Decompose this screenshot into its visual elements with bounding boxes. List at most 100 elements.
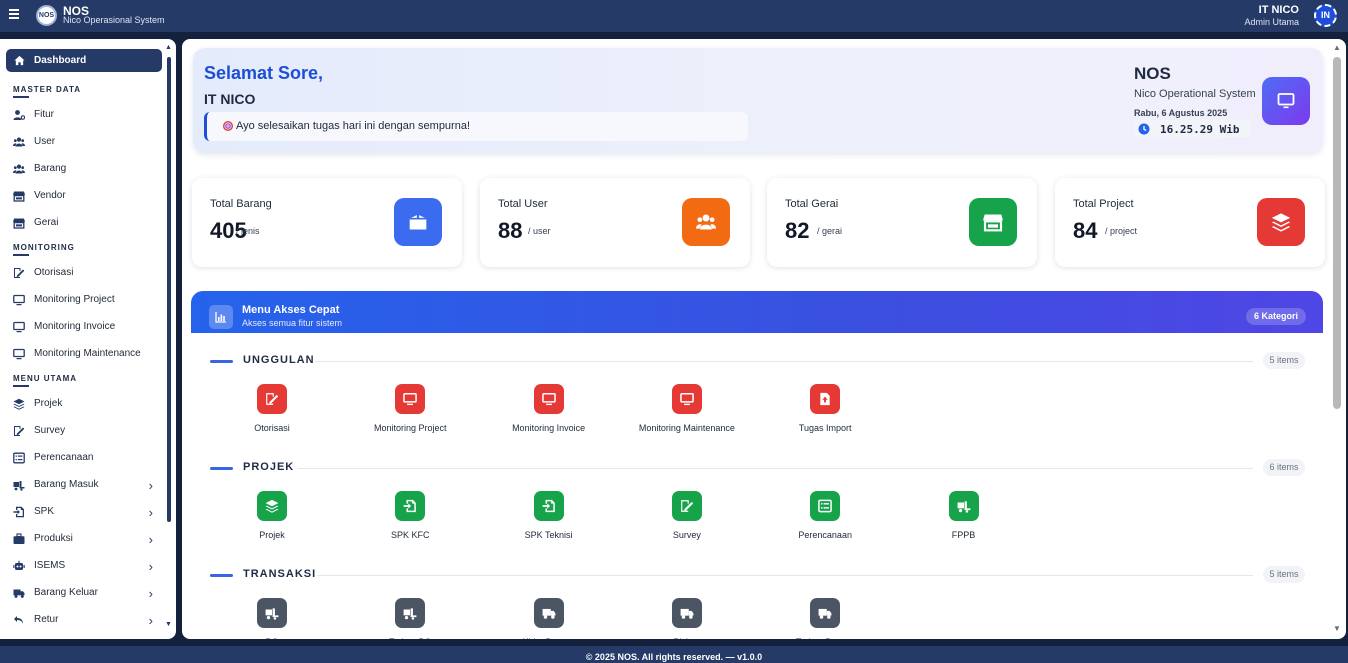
sidebar-scroll-up-icon[interactable]: ▲ [165, 44, 172, 51]
quick-tile-label: Monitoring Maintenance [638, 423, 735, 433]
sidebar-item-retur[interactable]: Retur › [13, 612, 163, 628]
user-role: Admin Utama [1244, 17, 1299, 27]
category-title: TRANSAKSI [243, 568, 317, 580]
users-icon [696, 214, 716, 230]
quick-tile-spk-kfc[interactable]: SPK KFC [341, 491, 479, 543]
quick-tile-pickup[interactable]: Pickup [618, 598, 756, 639]
monitor-icon [403, 392, 418, 406]
user-name[interactable]: IT NICO [1259, 4, 1299, 16]
file-import-icon [542, 499, 555, 513]
sidebar-item-label: Retur [34, 614, 59, 625]
sidebar-item-label: SPK [34, 506, 55, 517]
sidebar-item-survey[interactable]: Survey [13, 423, 163, 439]
stat-card-total-project[interactable]: Total Project 84 / project [1055, 178, 1325, 267]
sidebar-item-label: Survey [34, 425, 66, 436]
monitor-icon [13, 294, 25, 306]
stat-value: 82 [785, 218, 810, 243]
sidebar-item-barang-keluar[interactable]: Barang Keluar › [13, 585, 163, 601]
avatar[interactable]: IN [1314, 4, 1337, 27]
stat-unit: / project [1105, 226, 1138, 236]
quick-tile-label: Kirim Barang [480, 637, 618, 639]
quick-tile-monitoring-project[interactable]: Monitoring Project [341, 384, 479, 436]
scroll-up-icon[interactable]: ▲ [1333, 43, 1341, 52]
chevron-right-icon: › [148, 532, 153, 547]
sidebar-item-label: User [34, 136, 56, 147]
category-divider [317, 575, 1253, 576]
sidebar-item-barang-masuk[interactable]: Barang Masuk › [13, 477, 163, 493]
sidebar-item-produksi[interactable]: Produksi › [13, 531, 163, 547]
clock-icon [1138, 123, 1150, 135]
quick-tile-terima-po[interactable]: Terima PO [341, 598, 479, 639]
sidebar-item-vendor[interactable]: Vendor [13, 188, 163, 204]
sidebar-item-gerai[interactable]: Gerai [13, 215, 163, 231]
chevron-right-icon: › [148, 613, 153, 628]
quick-tile-label: Projek [259, 530, 285, 540]
category-divider [315, 361, 1253, 362]
sidebar-item-isems[interactable]: ISEMS › [13, 558, 163, 574]
sidebar-item-perencanaan[interactable]: Perencanaan [13, 450, 163, 466]
sidebar-item-label: Produksi [34, 533, 73, 544]
main-scrollbar[interactable] [1333, 57, 1341, 409]
clock: 16.25.29 Wib [1134, 120, 1251, 137]
chevron-right-icon: › [148, 559, 153, 574]
sidebar-item-otorisasi[interactable]: Otorisasi [13, 265, 163, 281]
sidebar-item-monitoring-maintenance[interactable]: Monitoring Maintenance [13, 346, 163, 362]
quick-tile-spk-teknisi[interactable]: SPK Teknisi [480, 491, 618, 543]
truck-icon [680, 608, 694, 619]
current-date: Rabu, 6 Agustus 2025 [1134, 108, 1228, 118]
quick-tile-tugas-import[interactable]: Tugas Import [756, 384, 894, 436]
quick-tile-monitoring-maintenance[interactable]: Monitoring Maintenance [618, 384, 756, 436]
users-icon [13, 137, 25, 147]
target-icon [223, 121, 233, 131]
sidebar-scroll-down-icon[interactable]: ▼ [165, 621, 172, 628]
quick-tile-monitoring-invoice[interactable]: Monitoring Invoice [480, 384, 618, 436]
sidebar-item-dashboard[interactable]: Dashboard [6, 49, 162, 72]
category-accent-bar [210, 467, 233, 470]
signature-icon [266, 393, 279, 405]
layers-icon [265, 499, 279, 513]
quick-tile-kirim-barang[interactable]: Kirim Barang [480, 598, 618, 639]
sidebar-item-user[interactable]: User [13, 134, 163, 150]
sidebar-item-projek[interactable]: Projek [13, 396, 163, 412]
sidebar-item-spk[interactable]: SPK › [13, 504, 163, 520]
sidebar-scrollbar[interactable] [167, 57, 171, 522]
category-count-badge: 6 Kategori [1246, 308, 1306, 325]
category-accent-bar [210, 574, 233, 577]
quick-tile-label: Perencanaan [798, 530, 852, 540]
quick-tile-label: Tugas Import [798, 423, 852, 433]
quick-tile-otorisasi[interactable]: Otorisasi [203, 384, 341, 436]
undo-icon [14, 616, 23, 624]
sidebar-item-monitoring-invoice[interactable]: Monitoring Invoice [13, 319, 163, 335]
quick-tile-label: Monitoring Project [374, 423, 447, 433]
quick-tile-survey[interactable]: Survey [618, 491, 756, 543]
quick-tile-fppb[interactable]: FPPB [895, 491, 1033, 543]
quick-tile-perencanaan[interactable]: Perencanaan [756, 491, 894, 543]
quick-tile-projek[interactable]: Projek [203, 491, 341, 543]
sidebar-item-barang[interactable]: Barang [13, 161, 163, 177]
stat-card-total-barang[interactable]: Total Barang 405 / jenis [192, 178, 462, 267]
stat-label: Total User [498, 198, 548, 210]
sidebar-item-label: Barang Masuk [34, 479, 99, 490]
stat-label: Total Gerai [785, 198, 839, 210]
footer: © 2025 NOS. All rights reserved. — v1.0.… [0, 646, 1348, 663]
box-icon [409, 214, 427, 230]
store-icon [13, 191, 25, 202]
sidebar-item-fitur[interactable]: Fitur [13, 107, 163, 123]
truck-loading-icon [957, 501, 970, 513]
top-bar: NOS NOS Nico Operasional System IT NICO … [0, 0, 1348, 32]
stat-card-total-gerai[interactable]: Total Gerai 82 / gerai [767, 178, 1037, 267]
menu-toggle-icon[interactable] [9, 9, 19, 19]
file-upload-icon [820, 392, 830, 406]
scroll-down-icon[interactable]: ▼ [1333, 624, 1341, 633]
quick-tile-label: Pickup [618, 637, 756, 639]
stat-card-total-user[interactable]: Total User 88 / user [480, 178, 750, 267]
monitor-icon [13, 348, 25, 360]
quick-tile-terima-barang[interactable]: Terima Barang [756, 598, 894, 639]
store-icon [983, 214, 1003, 232]
monitor-icon [13, 321, 25, 333]
list-icon [818, 499, 833, 513]
quick-tile-po[interactable]: PO [203, 598, 341, 639]
sidebar-item-monitoring-project[interactable]: Monitoring Project [13, 292, 163, 308]
signature-icon [681, 500, 694, 512]
home-icon [14, 55, 25, 66]
